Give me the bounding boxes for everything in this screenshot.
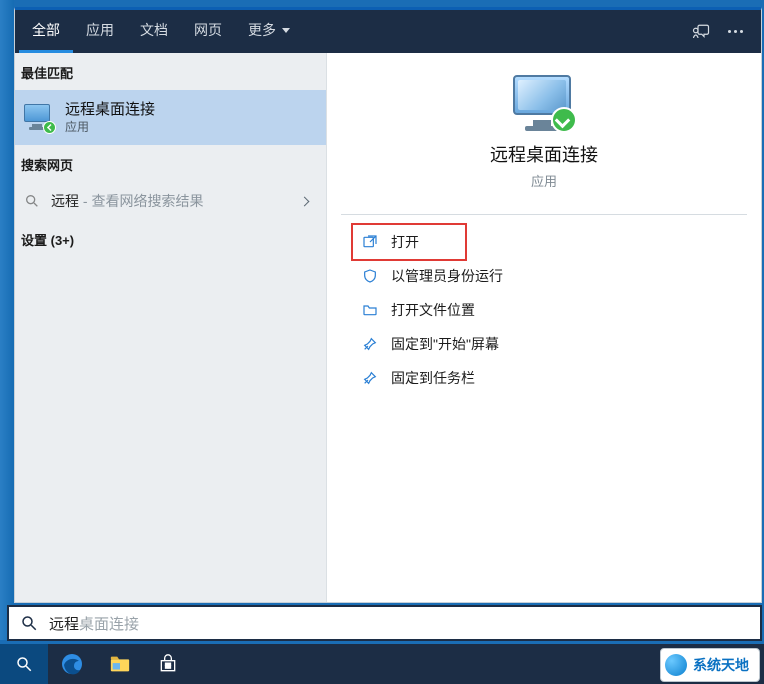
globe-icon [665,654,687,676]
search-filter-tab-bar: 全部 应用 文档 网页 更多 [15,10,761,53]
best-match-title: 远程桌面连接 [65,100,155,120]
preview-subtitle: 应用 [341,171,747,190]
feedback-icon[interactable] [692,23,710,41]
shield-icon [361,267,379,285]
action-pin-to-start-label: 固定到"开始"屏幕 [391,334,499,354]
best-match-subtitle: 应用 [65,120,155,136]
watermark-badge: 系统天地 [660,648,760,682]
chevron-down-icon [282,28,290,33]
section-head-best-match: 最佳匹配 [15,53,326,90]
web-search-query: 远程 [51,193,79,209]
preview-title: 远程桌面连接 [341,141,747,167]
action-open-file-location-label: 打开文件位置 [391,300,475,320]
search-results-body: 最佳匹配 远程桌面连接 应用 搜索网页 [15,53,761,602]
taskbar-search-button[interactable] [0,644,48,684]
tab-web[interactable]: 网页 [181,10,235,53]
section-head-settings[interactable]: 设置 (3+) [15,220,326,257]
taskbar-search-box[interactable]: 桌面连接 [7,605,762,641]
web-search-item[interactable]: 远程 - 查看网络搜索结果 [15,182,326,220]
action-pin-to-taskbar[interactable]: 固定到任务栏 [353,361,735,395]
desktop-background-edge [0,0,14,640]
watermark-label: 系统天地 [693,655,749,675]
pin-start-icon [361,335,379,353]
start-search-panel: 全部 应用 文档 网页 更多 最佳匹配 [14,7,762,603]
chevron-right-icon [300,196,310,206]
taskbar-explorer-button[interactable] [96,644,144,684]
preview-card: 远程桌面连接 应用 [341,63,747,215]
action-open-file-location[interactable]: 打开文件位置 [353,293,735,327]
section-head-search-web: 搜索网页 [15,145,326,182]
web-search-label: 远程 - 查看网络搜索结果 [51,191,203,211]
remote-desktop-icon [23,102,55,134]
tab-bar-right-group [692,10,757,53]
remote-desktop-large-icon [511,73,577,133]
web-search-suffix: - 查看网络搜索结果 [79,193,203,209]
action-pin-to-start[interactable]: 固定到"开始"屏幕 [353,327,735,361]
action-pin-to-taskbar-label: 固定到任务栏 [391,368,475,388]
folder-icon [361,301,379,319]
action-run-as-admin[interactable]: 以管理员身份运行 [353,259,735,293]
search-input[interactable] [49,615,760,632]
preview-action-list: 打开 以管理员身份运行 打开文件位置 [337,225,751,395]
taskbar-edge-button[interactable] [48,644,96,684]
best-match-item[interactable]: 远程桌面连接 应用 [15,90,326,145]
action-open-label: 打开 [391,232,419,252]
open-icon [361,233,379,251]
search-icon [9,614,49,632]
tab-all[interactable]: 全部 [19,10,73,53]
taskbar [0,644,764,684]
best-match-text: 远程桌面连接 应用 [65,100,155,135]
action-run-as-admin-label: 以管理员身份运行 [391,266,503,286]
tab-apps[interactable]: 应用 [73,10,127,53]
more-options-icon[interactable] [728,30,743,33]
results-left-column: 最佳匹配 远程桌面连接 应用 搜索网页 [15,53,327,602]
action-open[interactable]: 打开 [353,225,465,259]
results-right-column: 远程桌面连接 应用 打开 [327,53,761,602]
tab-more-label: 更多 [248,20,276,40]
tab-docs[interactable]: 文档 [127,10,181,53]
tab-more[interactable]: 更多 [235,10,303,53]
search-icon [23,192,41,210]
taskbar-store-button[interactable] [144,644,192,684]
pin-taskbar-icon [361,369,379,387]
